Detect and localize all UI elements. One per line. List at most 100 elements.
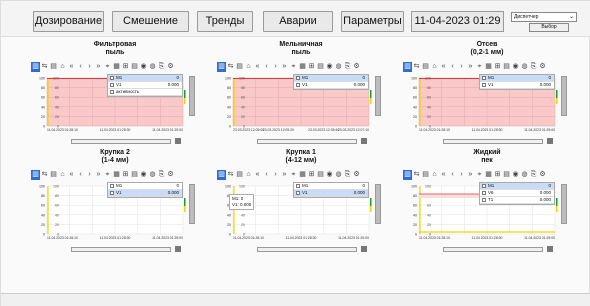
- vertical-scrollbar[interactable]: [189, 76, 195, 116]
- export-icon[interactable]: ⎘: [529, 62, 538, 72]
- stop-icon[interactable]: ◍: [148, 170, 157, 180]
- pan-icon[interactable]: ⇆: [40, 170, 49, 180]
- trend-chart[interactable]: 10010080806060404020200011.04.2023 01:28…: [403, 74, 571, 142]
- choose-button[interactable]: Выбор: [529, 23, 569, 32]
- forward-icon[interactable]: ›: [85, 170, 94, 180]
- table-icon[interactable]: ▤: [130, 170, 139, 180]
- export-icon[interactable]: ⎘: [157, 62, 166, 72]
- legend-row[interactable]: M1 0: [108, 75, 182, 82]
- settings-icon[interactable]: ⚙: [166, 62, 175, 72]
- pan-icon[interactable]: ⇆: [40, 62, 49, 72]
- fast-forward-icon[interactable]: »: [94, 170, 103, 180]
- stop-icon[interactable]: ◍: [334, 170, 343, 180]
- fast-forward-icon[interactable]: »: [466, 62, 475, 72]
- play-icon[interactable]: ◉: [139, 62, 148, 72]
- legend-row[interactable]: V1 0.000: [108, 82, 182, 89]
- legend-checkbox[interactable]: [110, 191, 114, 195]
- pan-icon[interactable]: ⇆: [412, 170, 421, 180]
- home-icon[interactable]: ⌂: [58, 62, 67, 72]
- grid-icon[interactable]: ▦: [112, 170, 121, 180]
- legend-checkbox[interactable]: [110, 83, 114, 87]
- fast-back-icon[interactable]: «: [439, 62, 448, 72]
- legend-checkbox[interactable]: [482, 76, 486, 80]
- legend-row[interactable]: активность: [108, 89, 182, 96]
- zoom-handle[interactable]: [175, 138, 181, 144]
- back-icon[interactable]: ‹: [448, 62, 457, 72]
- pan-icon[interactable]: ⇆: [412, 62, 421, 72]
- legend-row[interactable]: M1 0: [480, 75, 554, 82]
- time-scrollbar[interactable]: [443, 139, 543, 144]
- zoom-box-icon[interactable]: ▤: [421, 62, 430, 72]
- zoom-handle[interactable]: [361, 138, 367, 144]
- stop-icon[interactable]: ◍: [520, 62, 529, 72]
- legend-checkbox[interactable]: [110, 76, 114, 80]
- vertical-scrollbar[interactable]: [189, 184, 195, 224]
- axes-icon[interactable]: ⊞: [493, 170, 502, 180]
- fast-back-icon[interactable]: «: [67, 170, 76, 180]
- legend-row[interactable]: M1 0: [108, 183, 182, 190]
- grid-icon[interactable]: ▦: [484, 62, 493, 72]
- cursor-icon[interactable]: ⌖: [289, 170, 298, 180]
- play-icon[interactable]: ◉: [511, 170, 520, 180]
- bar-icon[interactable]: ▥: [403, 170, 412, 180]
- back-icon[interactable]: ‹: [448, 170, 457, 180]
- grid-icon[interactable]: ▦: [112, 62, 121, 72]
- time-scrollbar[interactable]: [257, 247, 357, 252]
- legend-checkbox[interactable]: [296, 76, 300, 80]
- trend-chart[interactable]: 10010080806060404020200011.04.2023 01:28…: [31, 74, 199, 142]
- back-icon[interactable]: ‹: [76, 62, 85, 72]
- legend-checkbox[interactable]: [482, 198, 486, 202]
- cursor-icon[interactable]: ⌖: [103, 62, 112, 72]
- zoom-box-icon[interactable]: ▤: [421, 170, 430, 180]
- bar-icon[interactable]: ▥: [31, 170, 40, 180]
- cursor-icon[interactable]: ⌖: [103, 170, 112, 180]
- nav-button-dosing[interactable]: Дозирование: [33, 11, 104, 32]
- settings-icon[interactable]: ⚙: [166, 170, 175, 180]
- forward-icon[interactable]: ›: [271, 170, 280, 180]
- settings-icon[interactable]: ⚙: [538, 62, 547, 72]
- time-scrollbar[interactable]: [71, 139, 171, 144]
- zoom-box-icon[interactable]: ▤: [49, 62, 58, 72]
- bar-icon[interactable]: ▥: [403, 62, 412, 72]
- fast-back-icon[interactable]: «: [253, 62, 262, 72]
- home-icon[interactable]: ⌂: [430, 170, 439, 180]
- legend-checkbox[interactable]: [110, 90, 114, 94]
- zoom-box-icon[interactable]: ▤: [235, 62, 244, 72]
- legend-row[interactable]: T1 0.000: [480, 197, 554, 204]
- export-icon[interactable]: ⎘: [529, 170, 538, 180]
- fast-forward-icon[interactable]: »: [94, 62, 103, 72]
- settings-icon[interactable]: ⚙: [538, 170, 547, 180]
- legend-row[interactable]: M1 0: [294, 183, 368, 190]
- axes-icon[interactable]: ⊞: [307, 62, 316, 72]
- axes-icon[interactable]: ⊞: [493, 62, 502, 72]
- play-icon[interactable]: ◉: [511, 62, 520, 72]
- zoom-box-icon[interactable]: ▤: [235, 170, 244, 180]
- legend-checkbox[interactable]: [296, 184, 300, 188]
- back-icon[interactable]: ‹: [262, 170, 271, 180]
- grid-icon[interactable]: ▦: [298, 170, 307, 180]
- axes-icon[interactable]: ⊞: [121, 62, 130, 72]
- home-icon[interactable]: ⌂: [430, 62, 439, 72]
- vertical-scrollbar[interactable]: [561, 76, 567, 116]
- fast-back-icon[interactable]: «: [439, 170, 448, 180]
- zoom-handle[interactable]: [361, 246, 367, 252]
- settings-icon[interactable]: ⚙: [352, 170, 361, 180]
- vertical-scrollbar[interactable]: [561, 184, 567, 224]
- legend-row[interactable]: V6 0.000: [480, 190, 554, 197]
- play-icon[interactable]: ◉: [139, 170, 148, 180]
- nav-button-trends[interactable]: Тренды: [197, 11, 253, 32]
- pan-icon[interactable]: ⇆: [226, 62, 235, 72]
- play-icon[interactable]: ◉: [325, 170, 334, 180]
- legend-row[interactable]: V1 0.000: [294, 190, 368, 197]
- export-icon[interactable]: ⎘: [157, 170, 166, 180]
- trend-chart[interactable]: 10010080806060404020200011.04.2023 01:28…: [217, 182, 385, 250]
- forward-icon[interactable]: ›: [457, 62, 466, 72]
- bar-icon[interactable]: ▥: [217, 62, 226, 72]
- cursor-icon[interactable]: ⌖: [475, 62, 484, 72]
- user-role-select[interactable]: Диспетчер ⌄: [511, 12, 577, 22]
- legend-checkbox[interactable]: [296, 83, 300, 87]
- time-scrollbar[interactable]: [443, 247, 543, 252]
- trend-chart[interactable]: 10010080806060404020200011.04.2023 01:28…: [403, 182, 571, 250]
- trend-chart[interactable]: 10010080806060404020200011.04.2023 01:28…: [31, 182, 199, 250]
- table-icon[interactable]: ▤: [316, 170, 325, 180]
